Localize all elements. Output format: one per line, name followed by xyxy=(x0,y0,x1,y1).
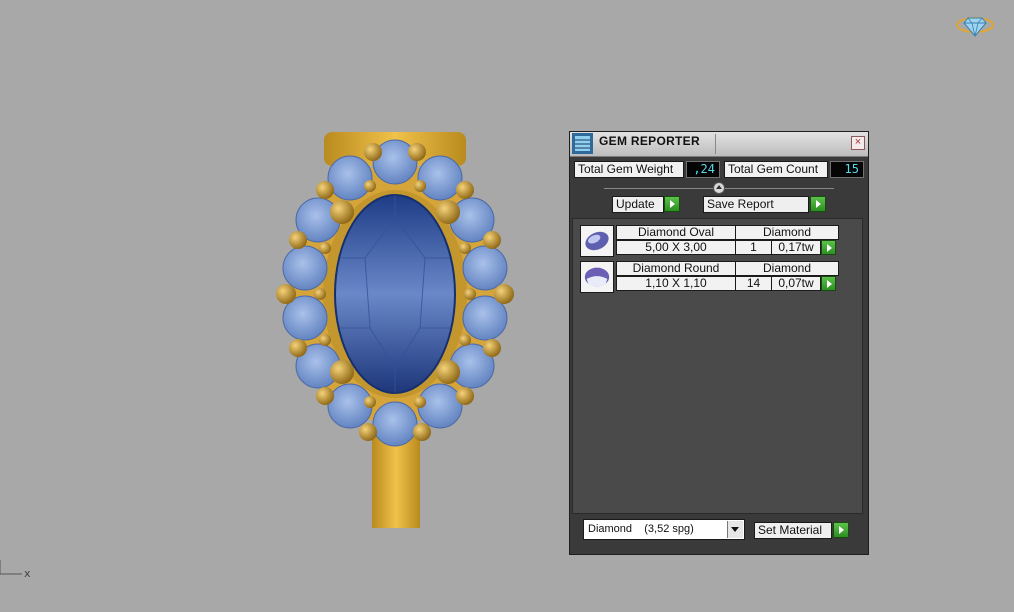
material-select[interactable]: Diamond (3,52 spg) xyxy=(583,519,745,540)
gem-name: Diamond Oval xyxy=(616,225,736,240)
ring-model xyxy=(276,132,514,528)
axis-x-label: x xyxy=(24,567,31,580)
gem-material: Diamond xyxy=(735,225,839,240)
gem-size: 5,00 X 3,00 xyxy=(616,240,736,255)
gem-weight: 0,17tw xyxy=(771,240,821,255)
gem-list: Diamond Oval Diamond 5,00 X 3,00 1 0,17t… xyxy=(572,218,863,514)
update-button[interactable]: Update xyxy=(612,196,664,213)
gem-reporter-panel: GEM REPORTER × Total Gem Weight ,24 Tota… xyxy=(569,131,869,555)
gem-count: 1 xyxy=(735,240,772,255)
chevron-down-icon[interactable] xyxy=(727,521,743,538)
oval-gem-icon xyxy=(580,225,614,257)
total-gem-count-label: Total Gem Count xyxy=(724,161,828,178)
update-go-icon[interactable] xyxy=(664,196,680,212)
panel-title: GEM REPORTER xyxy=(599,134,700,148)
total-gem-weight-label: Total Gem Weight xyxy=(574,161,684,178)
splitter-handle[interactable] xyxy=(713,182,725,194)
gem-select-go-icon[interactable] xyxy=(821,276,836,291)
round-gem-icon xyxy=(580,261,614,293)
title-divider xyxy=(715,134,716,154)
set-material-go-icon[interactable] xyxy=(833,522,849,538)
gem-size: 1,10 X 1,10 xyxy=(616,276,736,291)
save-report-go-icon[interactable] xyxy=(810,196,826,212)
gem-material: Diamond xyxy=(735,261,839,276)
set-material-button[interactable]: Set Material xyxy=(754,522,832,539)
panel-titlebar[interactable]: GEM REPORTER × xyxy=(570,132,868,157)
gem-weight: 0,07tw xyxy=(771,276,821,291)
total-gem-count-value: 15 xyxy=(830,161,864,178)
material-select-value: Diamond (3,52 spg) xyxy=(588,523,694,535)
save-report-button[interactable]: Save Report xyxy=(703,196,809,213)
gem-select-go-icon[interactable] xyxy=(821,240,836,255)
gem-logo-icon xyxy=(956,17,994,37)
gem-count: 14 xyxy=(735,276,772,291)
gem-name: Diamond Round xyxy=(616,261,736,276)
total-gem-weight-value: ,24 xyxy=(686,161,720,178)
close-button[interactable]: × xyxy=(851,136,865,150)
gem-reporter-icon xyxy=(572,133,593,154)
axis-indicator-icon xyxy=(0,560,22,575)
